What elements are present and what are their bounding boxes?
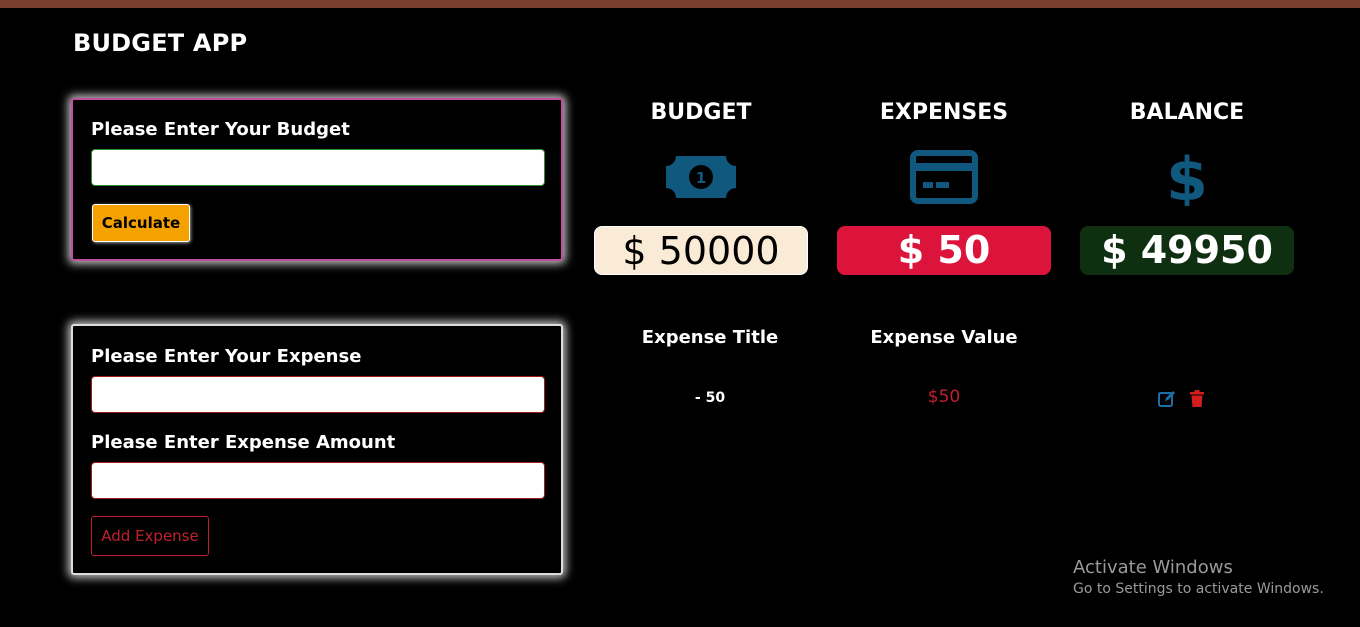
- expense-form-card: Please Enter Your Expense Please Enter E…: [71, 324, 563, 575]
- watermark-title: Activate Windows: [1073, 557, 1233, 578]
- expense-title-input[interactable]: [91, 376, 545, 413]
- expense-value-header: Expense Value: [870, 327, 1018, 348]
- expense-row-value: $50: [927, 387, 961, 407]
- budget-field-label: Please Enter Your Budget: [91, 119, 350, 140]
- expense-row-actions: [1157, 389, 1207, 411]
- svg-text:1: 1: [696, 169, 706, 187]
- budget-amount: $ 50000: [594, 226, 808, 275]
- budget-form-card: Please Enter Your Budget Calculate: [71, 98, 563, 261]
- dollar-sign-icon: $: [1166, 150, 1208, 206]
- money-bill-icon: 1: [666, 156, 736, 198]
- expense-row-title: - 50: [694, 390, 726, 406]
- expense-amount-label: Please Enter Expense Amount: [91, 432, 396, 453]
- expense-title-header: Expense Title: [641, 327, 779, 348]
- add-expense-button[interactable]: Add Expense: [91, 516, 209, 556]
- svg-text:$: $: [1166, 150, 1208, 206]
- expense-title-label: Please Enter Your Expense: [91, 346, 362, 367]
- credit-card-icon: [910, 150, 978, 204]
- expenses-summary-title: EXPENSES: [879, 100, 1009, 125]
- app-title: BUDGET APP: [73, 29, 248, 57]
- edit-icon[interactable]: [1157, 389, 1177, 409]
- expenses-amount: $ 50: [837, 226, 1051, 275]
- balance-amount: $ 49950: [1080, 226, 1294, 275]
- windows-activation-watermark: Activate Windows Go to Settings to activ…: [1073, 557, 1324, 599]
- budget-input[interactable]: [91, 149, 545, 186]
- calculate-button[interactable]: Calculate: [92, 204, 190, 242]
- budget-summary-title: BUDGET: [650, 100, 752, 125]
- watermark-subtitle: Go to Settings to activate Windows.: [1073, 581, 1324, 597]
- balance-summary-title: BALANCE: [1129, 100, 1245, 125]
- top-accent-bar: [0, 0, 1360, 8]
- trash-icon[interactable]: [1187, 389, 1207, 409]
- expense-amount-input[interactable]: [91, 462, 545, 499]
